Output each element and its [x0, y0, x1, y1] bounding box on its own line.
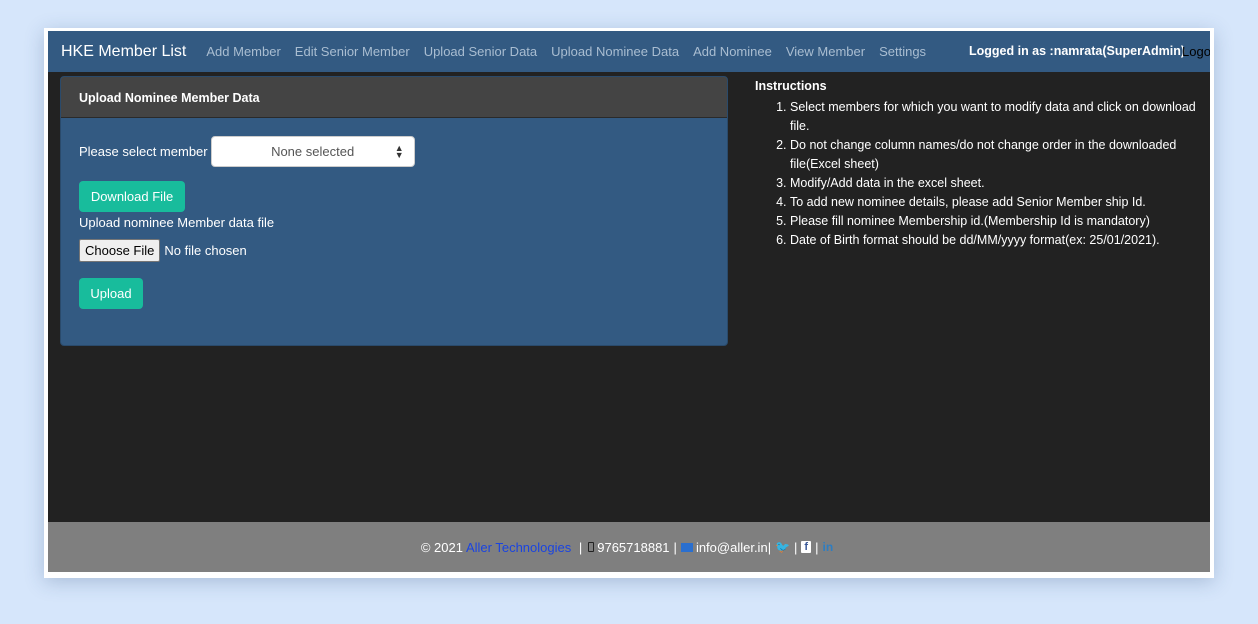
upload-file-label: Upload nominee Member data file: [79, 215, 275, 230]
instruction-item: Modify/Add data in the excel sheet.: [790, 174, 1210, 193]
nav-view-member[interactable]: View Member: [786, 44, 865, 59]
footer-separator: |: [815, 539, 819, 555]
logout-link[interactable]: Logo: [1182, 44, 1210, 59]
file-input: Choose File No file chosen: [79, 239, 247, 262]
linkedin-icon[interactable]: in: [822, 540, 833, 554]
instruction-item: To add new nominee details, please add S…: [790, 193, 1210, 212]
footer-separator: |: [575, 539, 583, 555]
footer-separator: |: [673, 539, 677, 555]
facebook-icon[interactable]: f: [801, 541, 812, 553]
nav-add-nominee[interactable]: Add Nominee: [693, 44, 772, 59]
updown-caret-icon: ▲ ▼: [394, 143, 404, 160]
company-link[interactable]: Aller Technologies: [466, 540, 571, 555]
copyright-text: © 2021: [420, 539, 463, 555]
phone-number: 9765718881: [597, 539, 670, 555]
instruction-item: Select members for which you want to mod…: [790, 98, 1210, 136]
app-window: HKE Member List Add Member Edit Senior M…: [48, 31, 1210, 572]
footer-separator: |: [767, 539, 772, 555]
member-select-row: Please select member None selected ▲ ▼: [79, 136, 415, 167]
download-file-button[interactable]: Download File: [79, 181, 185, 212]
upload-button[interactable]: Upload: [79, 278, 143, 309]
instruction-item: Date of Birth format should be dd/MM/yyy…: [790, 231, 1210, 250]
instruction-item: Do not change column names/do not change…: [790, 136, 1210, 174]
brand-title[interactable]: HKE Member List: [61, 43, 186, 61]
select-member-label: Please select member: [79, 144, 208, 159]
page-footer: © 2021 Aller Technologies | 9765718881 |…: [48, 522, 1210, 572]
instructions-section: Instructions Select members for which yo…: [755, 79, 1210, 250]
nav-settings[interactable]: Settings: [879, 44, 926, 59]
footer-separator: |: [794, 539, 798, 555]
nav-upload-senior-data[interactable]: Upload Senior Data: [424, 44, 537, 59]
nav-add-member[interactable]: Add Member: [206, 44, 280, 59]
instructions-list: Select members for which you want to mod…: [790, 98, 1210, 250]
nav-upload-nominee-data[interactable]: Upload Nominee Data: [551, 44, 679, 59]
instruction-item: Please fill nominee Membership id.(Membe…: [790, 212, 1210, 231]
file-status-text: No file chosen: [164, 243, 247, 258]
top-navbar: HKE Member List Add Member Edit Senior M…: [48, 31, 1210, 72]
mail-icon: [680, 542, 693, 552]
email-address[interactable]: info@aller.in: [696, 540, 768, 555]
member-multiselect[interactable]: None selected ▲ ▼: [210, 136, 415, 167]
select-value: None selected: [271, 144, 355, 159]
instructions-title: Instructions: [755, 79, 827, 93]
nav-edit-senior-member[interactable]: Edit Senior Member: [295, 44, 410, 59]
panel-title: Upload Nominee Member Data: [61, 77, 727, 118]
logged-in-user: Logged in as :namrata(SuperAdmin): [969, 44, 1185, 58]
phone-icon: [588, 542, 595, 552]
upload-nominee-panel: Upload Nominee Member Data Please select…: [60, 76, 728, 346]
twitter-icon[interactable]: 🐦: [775, 540, 790, 554]
choose-file-button[interactable]: Choose File: [79, 239, 161, 262]
